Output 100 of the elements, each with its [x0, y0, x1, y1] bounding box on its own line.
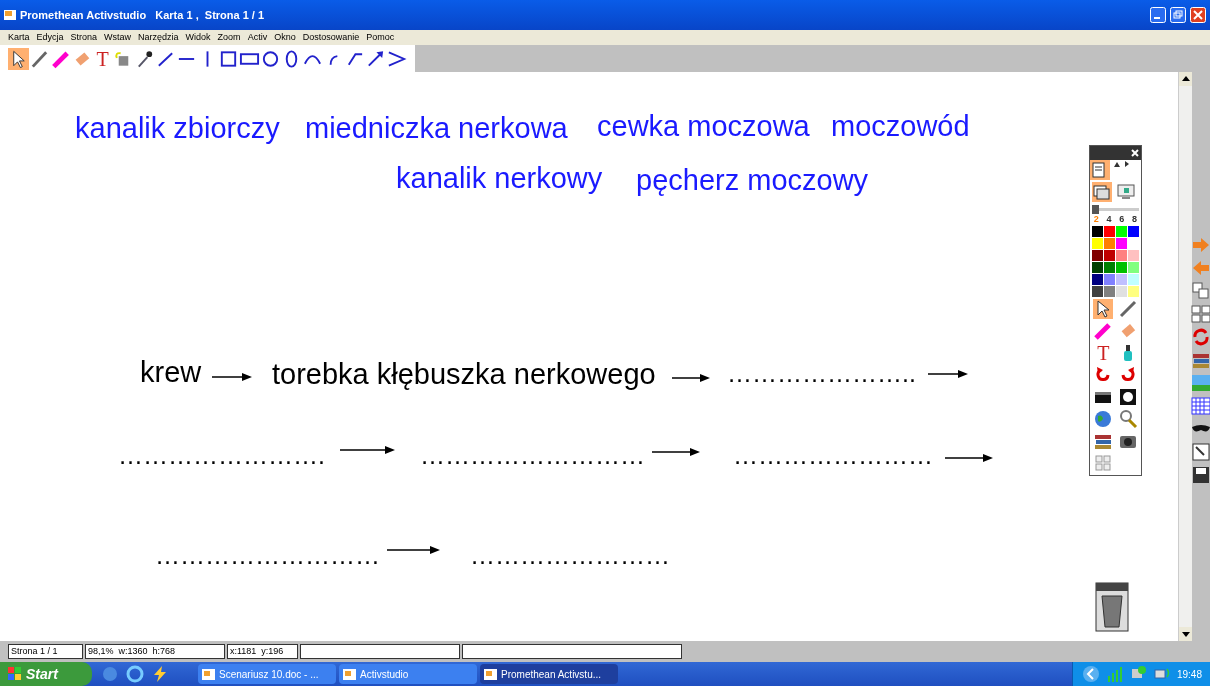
color-swatch[interactable]	[1092, 262, 1103, 273]
color-swatch[interactable]	[1104, 286, 1115, 297]
grid-icon[interactable]	[1191, 396, 1210, 416]
taskbar-task[interactable]: Scenariusz 10.doc - ...	[198, 664, 336, 684]
menu-item[interactable]: Wstaw	[104, 33, 132, 42]
pen-size-option[interactable]: 4	[1106, 215, 1112, 224]
color-swatch[interactable]	[1116, 250, 1127, 261]
globe-icon[interactable]	[1093, 409, 1114, 429]
app-window-icon	[202, 667, 215, 681]
color-swatch[interactable]	[1104, 238, 1115, 249]
menu-item[interactable]: Okno	[274, 33, 296, 42]
pen-size-option[interactable]: 6	[1119, 215, 1125, 224]
scroll-down-icon[interactable]	[1179, 627, 1193, 641]
arrow-icon	[672, 373, 710, 383]
window-title: Promethean Activstudio Karta 1 , Strona 1 / 1	[20, 7, 265, 23]
word-label[interactable]: moczowód	[831, 112, 970, 141]
color-swatch[interactable]	[1128, 262, 1139, 273]
color-swatch[interactable]	[1128, 250, 1139, 261]
color-swatch[interactable]	[1092, 226, 1103, 237]
page-grid-icon[interactable]	[1191, 304, 1210, 324]
thickness-slider[interactable]	[1092, 205, 1139, 214]
menu-item[interactable]: Strona	[70, 33, 98, 42]
select-tool-icon[interactable]	[8, 47, 29, 70]
scroll-arrows-icon[interactable]	[1113, 160, 1131, 168]
color-swatch[interactable]	[1104, 250, 1115, 261]
color-swatch[interactable]	[1104, 262, 1115, 273]
menu-item[interactable]: Karta	[8, 33, 30, 42]
select-icon[interactable]	[1093, 299, 1114, 319]
status-field: Strona 1 / 1	[8, 644, 83, 659]
color-swatch[interactable]	[1104, 274, 1115, 285]
color-swatch[interactable]	[1092, 286, 1103, 297]
pages-icon[interactable]	[1092, 182, 1112, 202]
menu-item[interactable]: Zoom	[217, 33, 241, 42]
fill-in-line[interactable]: ………………………	[420, 443, 645, 468]
chain-label[interactable]: krew	[140, 358, 202, 387]
color-swatch[interactable]	[1128, 226, 1139, 237]
menu-item[interactable]: Pomoc	[366, 33, 395, 42]
whiteboard-canvas[interactable]: kanalik zbiorczy miedniczka nerkowa cewka moczowa moczowód kanalik nerkowy pęcherz moczowy krew torebka kłębuszka nerkowego ………………….. ……………………. ……………………… …………………… ……………………… …………………… 2 4 6 8 T	[0, 72, 1178, 641]
arrow-icon	[945, 453, 993, 463]
save-icon[interactable]	[1191, 465, 1210, 485]
slider-thumb[interactable]	[1092, 205, 1099, 214]
chevron-icon[interactable]	[1080, 664, 1101, 684]
fill-in-line[interactable]: ……………………	[733, 443, 933, 468]
fill-in-line[interactable]: ………………………	[155, 543, 380, 568]
menu-item[interactable]: Narzędzia	[138, 33, 179, 42]
taskbar-task[interactable]: Activstudio	[339, 664, 477, 684]
color-swatch[interactable]	[1092, 274, 1103, 285]
menu-item[interactable]: Dostosowanie	[302, 33, 360, 42]
arrow-icon	[387, 545, 440, 555]
magnifier-icon[interactable]	[1117, 409, 1138, 429]
color-swatch[interactable]	[1116, 238, 1127, 249]
spotlight-icon[interactable]	[1117, 387, 1138, 407]
color-swatch[interactable]	[1092, 238, 1103, 249]
status-field: x:1181 y:196	[227, 644, 298, 659]
color-swatch[interactable]	[1104, 226, 1115, 237]
desktop-icon[interactable]	[1116, 182, 1136, 202]
scroll-up-icon[interactable]	[1179, 72, 1193, 86]
resize-icon[interactable]	[1191, 442, 1210, 462]
fill-in-line[interactable]: …………………….	[118, 443, 325, 468]
menu-item[interactable]: Widok	[185, 33, 211, 42]
color-swatch[interactable]	[1116, 274, 1127, 285]
fill-in-line[interactable]: ……………………	[470, 543, 670, 568]
close-button[interactable]	[1190, 7, 1206, 23]
text-tool[interactable]: T	[1093, 343, 1114, 363]
fill-in-line[interactable]: …………………..	[727, 361, 916, 386]
duplicate-page-icon[interactable]	[1191, 281, 1210, 301]
minimize-button[interactable]	[1150, 7, 1166, 23]
chain-label[interactable]: torebka kłębuszka nerkowego	[272, 360, 656, 389]
arrow-icon	[928, 369, 968, 379]
page-icon[interactable]	[1090, 160, 1110, 180]
color-swatch[interactable]	[1128, 274, 1139, 285]
trash-bin-icon[interactable]	[1095, 582, 1129, 632]
arrow-right-icon[interactable]	[1191, 235, 1210, 255]
vertical-scrollbar[interactable]	[1178, 72, 1192, 641]
browser-icon[interactable]	[125, 664, 145, 684]
color-swatch[interactable]	[1128, 286, 1139, 297]
arrow-icon	[212, 372, 252, 382]
start-button[interactable]: Start	[0, 662, 92, 686]
color-swatch[interactable]	[1116, 286, 1127, 297]
menu-item[interactable]: Activ	[247, 33, 268, 42]
menu-item[interactable]: Edycja	[36, 33, 64, 42]
refresh-icon[interactable]	[1191, 327, 1210, 347]
arrow-icon	[652, 447, 700, 457]
word-label[interactable]: cewka moczowa	[597, 112, 810, 141]
color-swatch[interactable]	[1116, 226, 1127, 237]
word-label[interactable]: miedniczka nerkowa	[305, 114, 568, 143]
arrow-left-icon[interactable]	[1191, 258, 1210, 278]
text-tool[interactable]: T	[92, 47, 113, 70]
word-label[interactable]: pęcherz moczowy	[636, 166, 869, 195]
app-window-icon	[343, 667, 356, 681]
color-swatch[interactable]	[1116, 262, 1127, 273]
pen-size-option[interactable]: 8	[1132, 215, 1138, 224]
landscape-icon[interactable]	[1191, 373, 1210, 393]
restore-button[interactable]	[1170, 7, 1186, 23]
taskbar-task[interactable]: Promethean Activstu...	[480, 664, 618, 684]
word-label[interactable]: kanalik nerkowy	[396, 164, 603, 193]
close-icon[interactable]	[1131, 149, 1139, 157]
word-label[interactable]: kanalik zbiorczy	[75, 114, 280, 143]
color-swatch[interactable]	[1092, 250, 1103, 261]
pen-icon[interactable]	[1117, 299, 1138, 319]
